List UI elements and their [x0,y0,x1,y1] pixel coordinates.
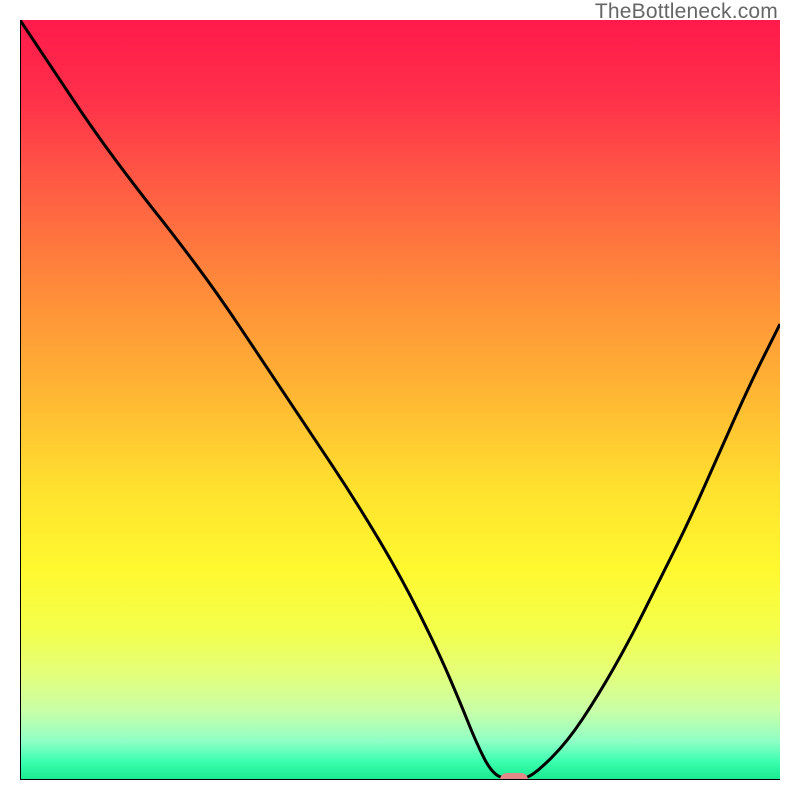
chart-container: TheBottleneck.com [0,0,800,800]
optimal-point-marker [500,773,528,780]
chart-svg [20,20,780,780]
chart-background [20,20,780,780]
plot-area [20,20,780,780]
